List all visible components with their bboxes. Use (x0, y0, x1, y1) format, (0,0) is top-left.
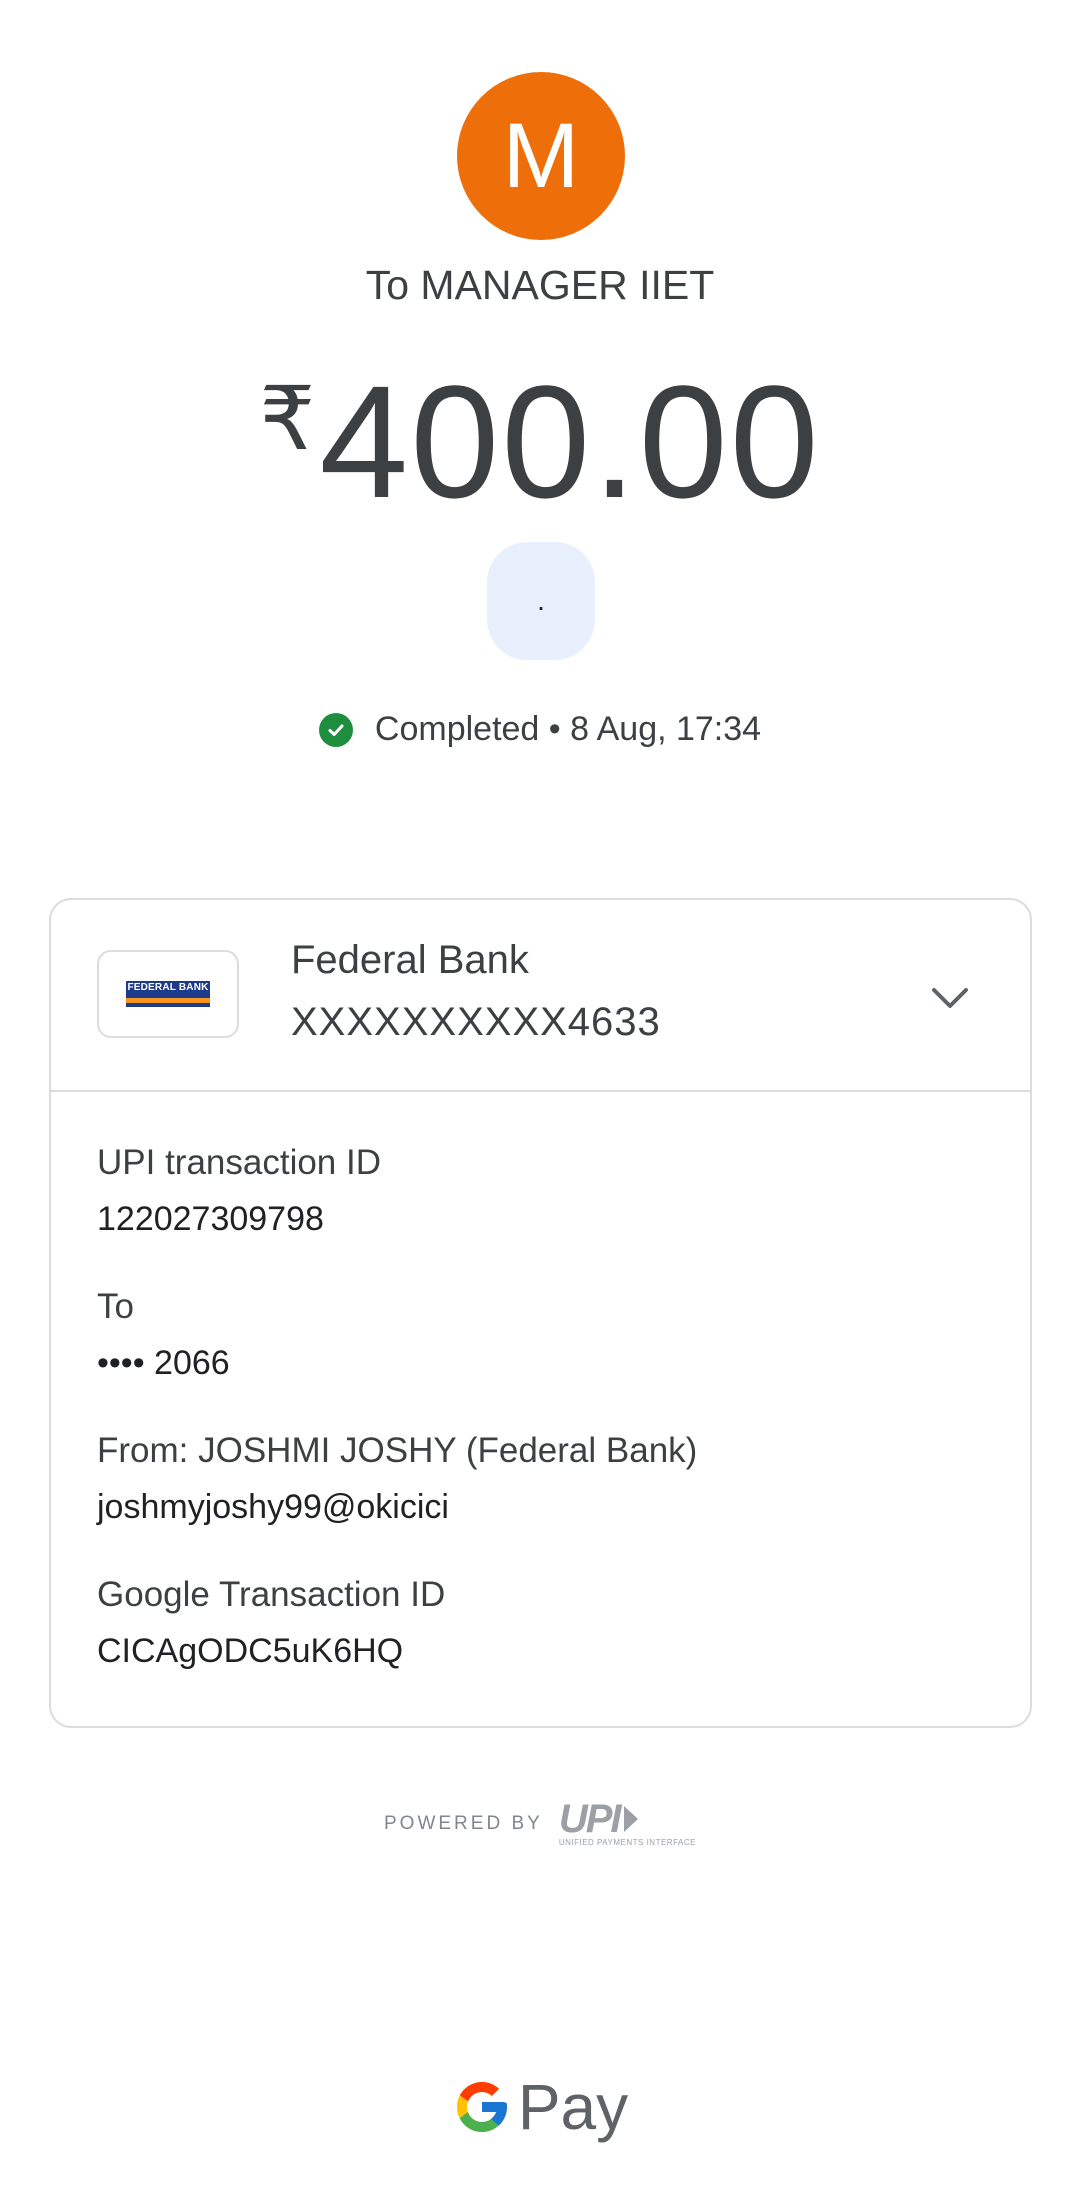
upi-subtitle: UNIFIED PAYMENTS INTERFACE (558, 1838, 696, 1847)
detail-label: UPI transaction ID (97, 1143, 381, 1182)
bank-logo-text: FEDERAL BANK (127, 982, 209, 993)
powered-by-text: POWERED BY (384, 1812, 543, 1834)
payment-note-bubble[interactable]: . (487, 542, 595, 660)
bank-logo-container: FEDERAL BANK (97, 950, 239, 1038)
detail-value[interactable]: 122027309798 (97, 1196, 977, 1242)
detail-value[interactable]: •••• 2066 (97, 1340, 977, 1386)
detail-value[interactable]: CICAgODC5uK6HQ (97, 1628, 977, 1674)
detail-label: Google Transaction ID (97, 1575, 446, 1614)
amount-value: 400.00 (319, 352, 821, 531)
currency-symbol: ₹ (259, 369, 316, 468)
detail-upi-transaction-id: UPI transaction ID 122027309798 (97, 1140, 977, 1242)
detail-from: From: JOSHMI JOSHY (Federal Bank) joshmy… (97, 1428, 977, 1530)
chevron-down-icon[interactable] (926, 974, 974, 1022)
google-pay-logo: Pay (0, 2070, 1080, 2144)
gpay-pay-text: Pay (517, 2071, 629, 2143)
recipient-avatar: M (457, 72, 625, 240)
detail-to: To •••• 2066 (97, 1284, 977, 1386)
upi-arrow-icon (623, 1806, 638, 1832)
detail-google-transaction-id: Google Transaction ID CICAgODC5uK6HQ (97, 1572, 977, 1674)
transaction-details-list: UPI transaction ID 122027309798 To •••• … (97, 1140, 977, 1716)
detail-value[interactable]: joshmyjoshy99@okicici (97, 1484, 977, 1530)
upi-logo: UPI UNIFIED PAYMENTS INTERFACE (558, 1797, 696, 1847)
payment-status: Completed • 8 Aug, 17:34 (0, 710, 1080, 749)
powered-by-upi: POWERED BY UPI UNIFIED PAYMENTS INTERFAC… (0, 1797, 1080, 1847)
transaction-receipt-page: M To MANAGER IIET ₹400.00 . Completed • … (0, 0, 1080, 2187)
status-text: Completed • 8 Aug, 17:34 (374, 710, 762, 748)
check-circle-icon (318, 712, 353, 747)
federal-bank-logo: FEDERAL BANK (126, 981, 210, 1007)
transaction-details-card: FEDERAL BANK Federal Bank XXXXXXXXXX4633… (49, 898, 1032, 1728)
bank-name: Federal Bank (291, 938, 529, 982)
bank-account-header[interactable]: FEDERAL BANK Federal Bank XXXXXXXXXX4633 (51, 900, 1030, 1092)
google-g-icon (456, 2082, 507, 2132)
payment-amount: ₹400.00 (0, 350, 1080, 534)
detail-label: From: JOSHMI JOSHY (Federal Bank) (97, 1431, 698, 1470)
upi-logo-text: UPI (558, 1797, 622, 1841)
recipient-name: To MANAGER IIET (365, 262, 715, 308)
bank-account-number: XXXXXXXXXX4633 (291, 1000, 661, 1044)
detail-label: To (97, 1287, 134, 1326)
